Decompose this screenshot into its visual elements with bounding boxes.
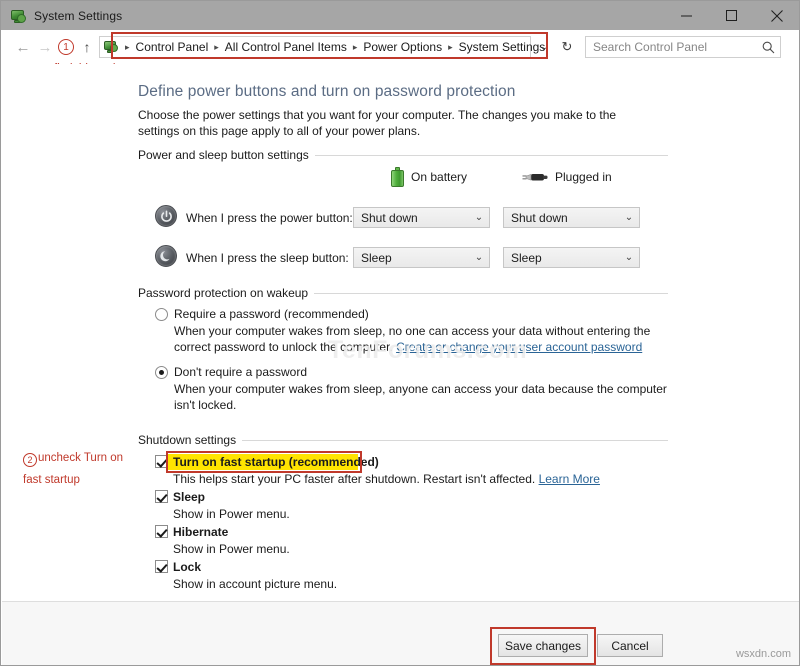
minimize-button[interactable]	[664, 1, 709, 30]
save-changes-button[interactable]: Save changes	[498, 634, 588, 657]
page-title: Define power buttons and turn on passwor…	[138, 83, 515, 101]
maximize-button[interactable]	[709, 1, 754, 30]
page-description: Choose the power settings that you want …	[138, 107, 658, 139]
back-button[interactable]: ←	[12, 40, 34, 55]
checkbox-label-lock: Lock	[173, 560, 201, 574]
row-label-power-button: When I press the power button:	[186, 211, 353, 225]
battery-icon	[391, 167, 404, 187]
radio-desc-dont-require-password: When your computer wakes from sleep, any…	[174, 381, 674, 413]
dropdown-value: Shut down	[504, 211, 619, 225]
content-panel: Define power buttons and turn on passwor…	[2, 64, 799, 601]
link-learn-more[interactable]: Learn More	[539, 472, 600, 486]
annotation-step-2-line1: 2uncheck Turn on	[23, 452, 123, 467]
close-button[interactable]	[754, 1, 799, 30]
group-label-password-protection: Password protection on wakeup	[138, 286, 314, 300]
link-create-or-change-password[interactable]: Create or change your user account passw…	[396, 340, 642, 354]
window-title: System Settings	[34, 9, 122, 23]
breadcrumb-separator-icon: ▸	[444, 43, 457, 52]
group-rule	[300, 293, 668, 294]
sleep-moon-icon	[155, 245, 177, 267]
chevron-down-icon: ⌄	[619, 212, 639, 223]
button-bar: Save changes Cancel wsxdn.com	[2, 601, 799, 665]
checkbox-hibernate[interactable]	[155, 525, 168, 538]
breadcrumb-item-control-panel[interactable]: Control Panel	[134, 40, 211, 54]
dropdown-sleep-button-plugged-in[interactable]: Sleep ⌄	[503, 247, 640, 268]
group-rule	[228, 440, 668, 441]
dropdown-power-button-plugged-in[interactable]: Shut down ⌄	[503, 207, 640, 228]
forward-button[interactable]: →	[34, 40, 56, 55]
annotation-step-1-marker: 1	[58, 39, 74, 55]
dropdown-sleep-button-on-battery[interactable]: Sleep ⌄	[353, 247, 490, 268]
checkbox-label-hibernate: Hibernate	[173, 525, 228, 539]
radio-dont-require-password[interactable]	[155, 366, 168, 379]
address-bar-row: ← → 1 ↑ ▸ Control Panel ▸ All Control Pa…	[2, 30, 799, 64]
system-settings-window: System Settings ← → 1 ↑ ▸ Control Panel …	[0, 0, 800, 666]
system-settings-icon	[10, 8, 26, 24]
checkbox-label-turn-on-fast-startup: Turn on fast startup (recommended)	[173, 455, 379, 469]
checkbox-label-sleep: Sleep	[173, 490, 205, 504]
group-rule	[296, 155, 668, 156]
breadcrumb-item-power-options[interactable]: Power Options	[361, 40, 444, 54]
power-button-icon	[155, 205, 177, 227]
dropdown-value: Shut down	[354, 211, 469, 225]
radio-label-dont-require-password: Don't require a password	[174, 365, 307, 379]
checkbox-sleep[interactable]	[155, 490, 168, 503]
watermark-wsxdn: wsxdn.com	[736, 648, 791, 660]
breadcrumb-separator-icon: ▸	[349, 43, 362, 52]
control-panel-icon	[103, 39, 119, 55]
up-button[interactable]: ↑	[77, 39, 97, 55]
checkbox-desc-hibernate: Show in Power menu.	[173, 542, 290, 556]
breadcrumb-separator-icon: ▸	[210, 43, 223, 52]
chevron-down-icon: ⌄	[469, 212, 489, 223]
breadcrumb-separator-icon: ▸	[121, 43, 134, 52]
search-placeholder: Search Control Panel	[586, 40, 756, 54]
breadcrumb-item-system-settings[interactable]: System Settings	[457, 40, 548, 54]
column-header-on-battery: On battery	[391, 167, 467, 187]
group-label-power-sleep: Power and sleep button settings	[138, 148, 315, 162]
window-controls	[664, 1, 799, 30]
breadcrumb-address-bar[interactable]: ▸ Control Panel ▸ All Control Panel Item…	[99, 36, 531, 58]
group-label-shutdown-settings: Shutdown settings	[138, 433, 242, 447]
dropdown-value: Sleep	[504, 251, 619, 265]
annotation-step-2-text: uncheck Turn on	[38, 452, 123, 464]
chevron-down-icon: ⌄	[619, 252, 639, 263]
title-bar: System Settings	[1, 1, 799, 30]
checkbox-desc-lock: Show in account picture menu.	[173, 577, 337, 591]
annotation-step-2-line2: fast startup	[23, 474, 80, 486]
radio-label-require-password: Require a password (recommended)	[174, 307, 369, 321]
dropdown-power-button-on-battery[interactable]: Shut down ⌄	[353, 207, 490, 228]
annotation-step-2-marker: 2	[23, 453, 37, 467]
desc-text: This helps start your PC faster after sh…	[173, 472, 539, 486]
refresh-icon[interactable]: ↻	[555, 36, 579, 58]
cancel-button[interactable]: Cancel	[597, 634, 663, 657]
column-label-on-battery: On battery	[411, 170, 467, 184]
checkbox-lock[interactable]	[155, 560, 168, 573]
dropdown-value: Sleep	[354, 251, 469, 265]
power-plug-icon	[522, 169, 548, 185]
row-label-sleep-button: When I press the sleep button:	[186, 251, 349, 265]
radio-desc-require-password: When your computer wakes from sleep, no …	[174, 323, 674, 355]
column-header-plugged-in: Plugged in	[522, 169, 612, 185]
column-label-plugged-in: Plugged in	[555, 170, 612, 184]
breadcrumb-item-all-control-panel-items[interactable]: All Control Panel Items	[223, 40, 349, 54]
chevron-down-icon: ⌄	[469, 252, 489, 263]
search-input[interactable]: Search Control Panel	[585, 36, 781, 58]
checkbox-turn-on-fast-startup[interactable]	[155, 455, 168, 468]
radio-require-password[interactable]	[155, 308, 168, 321]
checkbox-desc-turn-on-fast-startup: This helps start your PC faster after sh…	[173, 472, 600, 486]
checkbox-desc-sleep: Show in Power menu.	[173, 507, 290, 521]
search-icon	[756, 41, 780, 54]
